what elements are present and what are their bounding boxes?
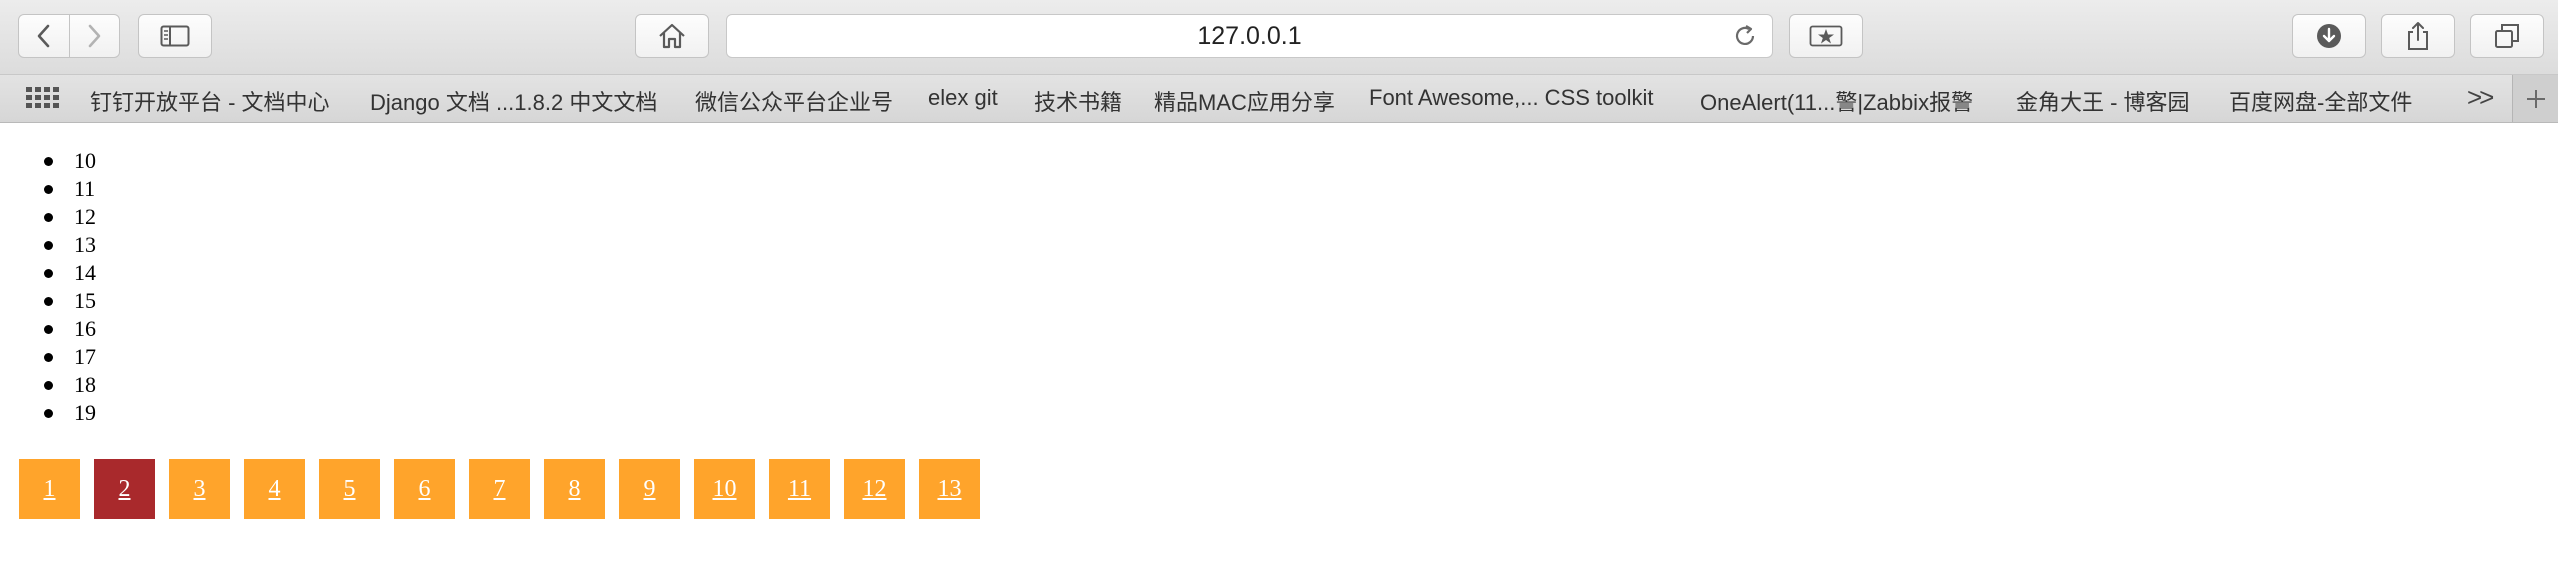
bookmark-button[interactable] [1789, 14, 1863, 58]
page-link-10[interactable]: 10 [694, 459, 755, 519]
list-item: 15 [44, 288, 96, 313]
list-item: 19 [44, 400, 96, 425]
page-link-2-current[interactable]: 2 [94, 459, 155, 519]
bookmark-item[interactable]: 精品MAC应用分享 [1154, 85, 1335, 117]
page-content: 10 11 12 13 14 15 16 17 18 19 1 2 3 4 5 … [0, 123, 2558, 574]
home-button[interactable] [635, 14, 709, 58]
nav-buttons [18, 14, 120, 58]
sidebar-button[interactable] [138, 14, 212, 58]
bookmark-item[interactable]: OneAlert(11...警|Zabbix报警 [1700, 85, 1973, 117]
list-item: 11 [44, 176, 96, 201]
forward-button[interactable] [68, 15, 120, 57]
downloads-button[interactable] [2292, 14, 2366, 58]
list-item: 16 [44, 316, 96, 341]
bookmark-item[interactable]: 百度网盘-全部文件 [2229, 85, 2412, 117]
plus-icon [2526, 89, 2545, 108]
list-item: 12 [44, 204, 96, 229]
bookmark-item[interactable]: Font Awesome,... CSS toolkit [1369, 85, 1654, 111]
reload-button[interactable] [1732, 23, 1758, 54]
reload-icon [1735, 25, 1755, 45]
back-button[interactable] [19, 15, 69, 57]
list-item: 17 [44, 344, 96, 369]
page-link-6[interactable]: 6 [394, 459, 455, 519]
bookmark-item[interactable]: Django 文档 ...1.8.2 中文文档 [370, 85, 657, 117]
bookmark-item[interactable]: elex git [928, 85, 998, 111]
item-list: 10 11 12 13 14 15 16 17 18 19 [44, 147, 96, 427]
share-button[interactable] [2381, 14, 2455, 58]
bookmark-item[interactable]: 技术书籍 [1034, 85, 1122, 117]
list-item: 14 [44, 260, 96, 285]
bookmarks-bar: 钉钉开放平台 - 文档中心 Django 文档 ...1.8.2 中文文档 微信… [0, 75, 2558, 123]
add-tab-button[interactable] [2512, 75, 2558, 122]
page-link-13[interactable]: 13 [919, 459, 980, 519]
bookmark-item[interactable]: 金角大王 - 博客园 [2016, 85, 2190, 117]
page-link-7[interactable]: 7 [469, 459, 530, 519]
list-item: 10 [44, 148, 96, 173]
list-item: 18 [44, 372, 96, 397]
share-icon [2408, 22, 2428, 50]
url-text: 127.0.0.1 [1197, 21, 1302, 50]
download-icon [2317, 24, 2341, 48]
tabs-button[interactable] [2470, 14, 2544, 58]
list-item: 13 [44, 232, 96, 257]
bookmarks-overflow-button[interactable]: >> [2467, 82, 2494, 113]
page-link-3[interactable]: 3 [169, 459, 230, 519]
browser-toolbar: 127.0.0.1 [0, 0, 2558, 75]
page-link-5[interactable]: 5 [319, 459, 380, 519]
address-bar[interactable]: 127.0.0.1 [726, 14, 1773, 58]
home-icon [659, 23, 685, 49]
bookmark-item[interactable]: 钉钉开放平台 - 文档中心 [90, 85, 330, 117]
page-link-11[interactable]: 11 [769, 459, 830, 519]
chevron-left-icon [37, 24, 50, 48]
bookmark-item[interactable]: 微信公众平台企业号 [695, 85, 893, 117]
page-link-12[interactable]: 12 [844, 459, 905, 519]
tabs-icon [2495, 24, 2519, 48]
page-link-9[interactable]: 9 [619, 459, 680, 519]
page-link-8[interactable]: 8 [544, 459, 605, 519]
chevron-right-icon [88, 24, 101, 48]
page-link-4[interactable]: 4 [244, 459, 305, 519]
grid-icon[interactable] [26, 87, 60, 115]
page-link-1[interactable]: 1 [19, 459, 80, 519]
star-icon [1809, 25, 1843, 47]
sidebar-icon [160, 25, 190, 47]
